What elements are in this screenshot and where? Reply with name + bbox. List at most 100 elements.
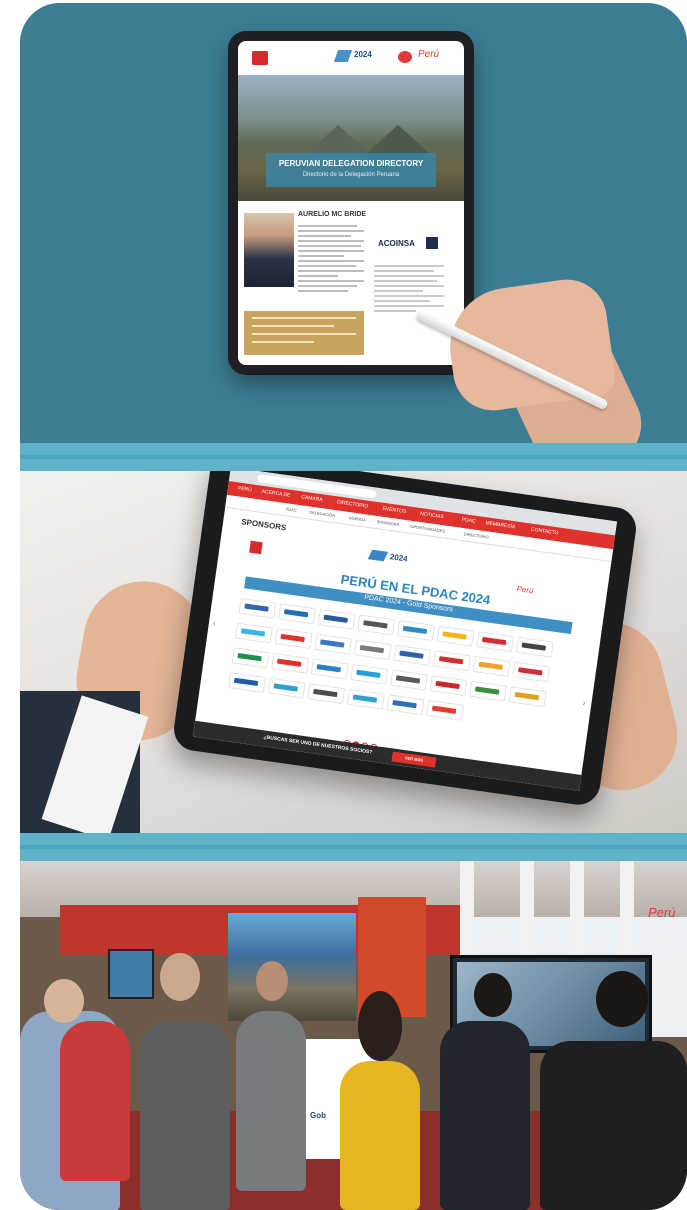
nav-item[interactable]: EVENTOS (382, 506, 406, 515)
sponsor-logo-20[interactable] (350, 664, 389, 685)
sponsor-logo-1[interactable] (238, 597, 277, 619)
directory-profile-page: AURELIO MC BRIDE ACOINSA (238, 205, 464, 365)
sponsor-logo-8[interactable] (515, 636, 554, 658)
sponsor-mark-icon (276, 658, 302, 667)
sponsor-logo-19[interactable] (310, 658, 349, 680)
sponsor-logo-28[interactable] (346, 688, 385, 710)
nav-item[interactable]: ACERCA DE (261, 489, 290, 499)
sponsor-logo-30[interactable] (426, 699, 465, 721)
landscape-poster (228, 913, 356, 1021)
sponsor-logo-29[interactable] (386, 694, 425, 716)
sponsor-mark-icon (399, 650, 424, 659)
sub-nav-item[interactable]: PDAC (285, 506, 297, 512)
cover-title-box: PERUVIAN DELEGATION DIRECTORY Directorio… (266, 153, 436, 187)
chamber-logo-icon (249, 540, 263, 555)
nav-item[interactable]: DIRECTORIO (337, 499, 369, 509)
sponsor-mark-icon (431, 705, 457, 714)
sponsor-mark-icon (359, 644, 385, 654)
sub-nav-item[interactable]: DIRECTORIO (463, 531, 488, 539)
sponsor-mark-icon (514, 691, 540, 701)
sponsor-mark-icon (521, 642, 547, 651)
company-text-block (374, 265, 444, 315)
counter-text: Gob (310, 1111, 326, 1120)
sponsor-logo-7[interactable] (476, 631, 515, 653)
sponsor-mark-icon (283, 609, 309, 618)
sponsor-mark-icon (475, 686, 500, 695)
sponsor-mark-icon (244, 603, 269, 612)
sponsor-logo-24[interactable] (508, 686, 547, 708)
pdac-logo-year: 2024 (354, 50, 372, 59)
sponsor-mark-icon (438, 656, 464, 665)
sub-nav-item[interactable]: AGENDA (349, 515, 366, 522)
nav-item[interactable]: NOTICIAS (420, 511, 444, 520)
sponsor-logo-14[interactable] (433, 650, 471, 672)
sponsor-mark-icon (323, 614, 348, 623)
pdac-logo-icon (333, 50, 353, 62)
nav-item[interactable]: CONTACTO (531, 527, 559, 537)
nav-item[interactable]: PERÚ (238, 485, 253, 493)
sponsor-logo-23[interactable] (469, 680, 508, 702)
divider-band (20, 833, 687, 861)
directory-panel: 2024 Perú PERUVIAN DELEGATION DIRECTORY … (20, 3, 687, 443)
booth-photo-panel: Perú Gob (20, 861, 687, 1210)
sponsor-logo-22[interactable] (429, 675, 468, 697)
sponsor-mark-icon (363, 620, 388, 629)
sub-nav-item[interactable]: SPONSORS (376, 519, 399, 527)
sponsor-mark-icon (280, 633, 305, 643)
visitor (340, 1061, 420, 1210)
sponsor-logo-2[interactable] (278, 603, 316, 625)
sponsor-logo-25[interactable] (228, 672, 266, 693)
pdac-logo-icon (367, 549, 389, 562)
sponsor-mark-icon (313, 688, 338, 698)
sponsor-mark-icon (352, 694, 378, 703)
peru-logo-text: Perú (418, 49, 440, 60)
sponsor-logo-3[interactable] (317, 608, 356, 630)
sponsor-mark-icon (518, 667, 543, 676)
peru-brand-sign: Perú (648, 905, 676, 920)
divider-band (20, 443, 687, 471)
chamber-logo-icon (252, 51, 268, 65)
peru-logo-icon (398, 51, 412, 63)
sponsor-logo-6[interactable] (436, 625, 475, 647)
sub-nav-item[interactable]: DELEGACIÓN (309, 510, 336, 519)
sponsor-logo-9[interactable] (235, 622, 273, 644)
visitor (540, 1041, 687, 1210)
nav-item[interactable]: CAMARA (301, 494, 323, 503)
nav-item[interactable]: MEMBRESÍA (485, 520, 516, 530)
sponsor-logo-13[interactable] (393, 644, 432, 666)
sponsor-logo-17[interactable] (231, 647, 270, 669)
footer-cta-button[interactable]: VER MÁS (391, 751, 437, 768)
sponsor-mark-icon (481, 636, 507, 646)
sub-nav-item[interactable]: OPORTUNIDADES (410, 524, 445, 534)
visitor-head (256, 961, 288, 1001)
visitor (236, 1011, 306, 1191)
sponsor-logo-16[interactable] (512, 661, 551, 683)
sponsor-logo-27[interactable] (307, 683, 346, 705)
sponsor-logo-5[interactable] (396, 620, 435, 641)
tablet-website: PERÚ ACERCA DE CAMARA DIRECTORIO EVENTOS… (171, 471, 639, 808)
sponsor-mark-icon (435, 680, 460, 690)
nav-item[interactable]: PDAC (461, 517, 476, 525)
small-display (108, 949, 154, 999)
sponsor-mark-icon (478, 661, 503, 670)
sponsor-logo-26[interactable] (267, 677, 306, 699)
visitor (140, 1021, 230, 1210)
visitor (60, 1021, 130, 1181)
sponsor-logo-4[interactable] (357, 614, 396, 636)
website-screen: PERÚ ACERCA DE CAMARA DIRECTORIO EVENTOS… (192, 471, 618, 791)
carousel-next-icon[interactable]: › (582, 699, 586, 708)
sponsor-logo-12[interactable] (353, 639, 392, 661)
sponsor-logo-11[interactable] (314, 633, 353, 655)
sponsor-mark-icon (237, 652, 262, 662)
sponsor-logo-10[interactable] (274, 628, 313, 650)
carousel-prev-icon[interactable]: ‹ (212, 618, 216, 627)
sponsor-logo-15[interactable] (472, 655, 511, 677)
peru-brand-logo: Perú (516, 584, 535, 596)
section-label: SPONSORS (240, 517, 287, 533)
sponsor-mark-icon (273, 683, 298, 692)
sponsor-mark-icon (402, 625, 428, 635)
visitor-head (474, 973, 512, 1017)
sponsor-logo-21[interactable] (389, 669, 428, 691)
sponsor-logo-18[interactable] (271, 652, 310, 674)
profile-portrait (244, 213, 294, 287)
